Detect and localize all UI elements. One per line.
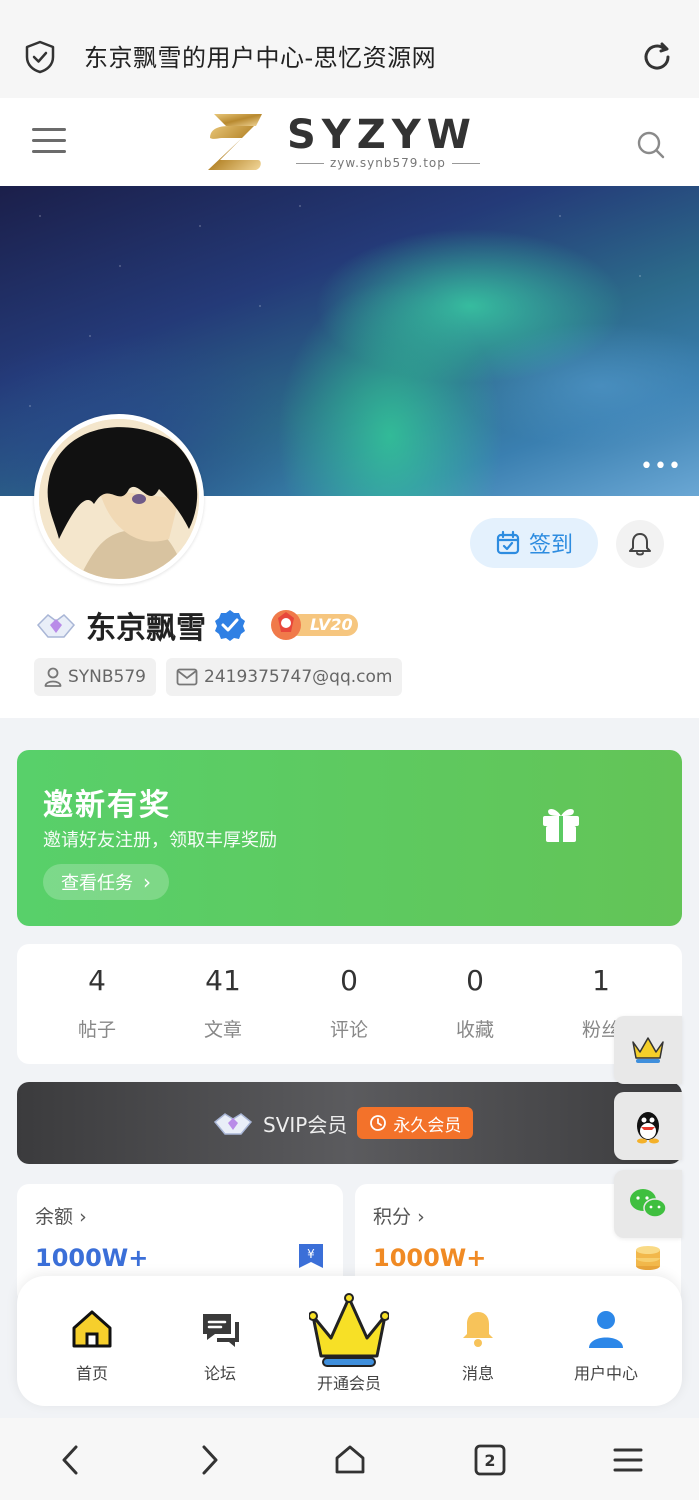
points-label: 积分 xyxy=(373,1206,412,1228)
vip-crown-icon xyxy=(309,1293,389,1367)
points-value: 1000W+ xyxy=(373,1244,487,1272)
user-stats-card: 4 帖子 41 文章 0 评论 0 收藏 1 粉丝 xyxy=(17,944,682,1064)
tabs-count: 2 xyxy=(484,1450,496,1470)
user-profile-icon xyxy=(589,1311,623,1348)
clock-icon xyxy=(370,1115,387,1131)
view-tasks-button[interactable]: 查看任务 › xyxy=(43,864,169,900)
svip-badge-icon xyxy=(213,1113,253,1135)
user-email: 2419375747@qq.com xyxy=(204,667,393,687)
tab-user-center[interactable]: 用户中心 xyxy=(551,1306,661,1384)
site-logo-subtitle: zyw.synb579.top xyxy=(290,156,486,170)
browser-tab-title[interactable]: 东京飘雪的用户中心-思忆资源网 xyxy=(84,38,436,73)
floating-vip-button[interactable] xyxy=(614,1016,682,1084)
qq-icon xyxy=(637,1112,659,1144)
svip-badge-icon xyxy=(36,614,76,638)
svip-membership-bar[interactable]: SVIP会员 永久会员 xyxy=(17,1082,682,1164)
user-id-chip: SYNB579 xyxy=(34,658,157,696)
tab-messages[interactable]: 消息 xyxy=(423,1306,533,1384)
stat-articles[interactable]: 41 文章 xyxy=(163,964,283,1042)
site-logo-text[interactable]: SYZYW xyxy=(287,112,477,158)
svip-label: SVIP会员 xyxy=(263,1112,348,1137)
forum-chat-icon xyxy=(203,1314,239,1347)
invite-title: 邀新有奖 xyxy=(43,788,171,823)
reload-icon[interactable] xyxy=(640,40,674,74)
home-nav-icon[interactable] xyxy=(330,1440,370,1480)
invite-subtitle: 邀请好友注册，领取丰厚奖励 xyxy=(43,830,277,851)
forward-icon[interactable] xyxy=(190,1440,230,1480)
chevron-right-icon: › xyxy=(417,1206,425,1228)
stat-label: 评论 xyxy=(329,1019,368,1041)
stat-value: 1 xyxy=(592,964,610,997)
tab-label: 论坛 xyxy=(203,1364,236,1383)
svg-text:¥: ¥ xyxy=(307,1247,315,1261)
avatar[interactable] xyxy=(34,414,204,584)
wechat-icon xyxy=(630,1189,667,1218)
home-icon xyxy=(72,1310,112,1348)
stat-label: 收藏 xyxy=(455,1019,494,1041)
more-options-icon[interactable]: ••• xyxy=(640,454,682,479)
stat-value: 4 xyxy=(88,964,106,997)
user-icon xyxy=(44,667,62,687)
tabs-switcher-button[interactable]: 2 xyxy=(470,1440,510,1480)
verified-badge-icon xyxy=(215,610,245,641)
stat-comments[interactable]: 0 评论 xyxy=(289,964,409,1042)
stat-value: 41 xyxy=(205,964,241,997)
site-header: SYZYW zyw.synb579.top xyxy=(0,98,699,186)
browser-address-bar: 东京飘雪的用户中心-思忆资源网 xyxy=(0,0,699,98)
notification-button[interactable] xyxy=(616,520,664,568)
floating-qq-button[interactable] xyxy=(614,1092,682,1160)
search-icon[interactable] xyxy=(636,130,666,160)
message-bell-icon xyxy=(463,1312,493,1347)
tab-label: 首页 xyxy=(75,1364,108,1383)
tab-forum[interactable]: 论坛 xyxy=(165,1306,275,1384)
balance-label: 余额 xyxy=(35,1206,74,1228)
invite-reward-card[interactable]: 邀新有奖 邀请好友注册，领取丰厚奖励 查看任务 › xyxy=(17,750,682,926)
mail-icon xyxy=(176,668,198,686)
security-shield-icon[interactable] xyxy=(24,40,56,74)
tab-open-vip[interactable]: 开通会员 xyxy=(294,1292,404,1394)
level-text: LV20 xyxy=(310,615,353,634)
signin-button[interactable]: 签到 xyxy=(470,518,598,568)
site-logo-icon[interactable] xyxy=(200,108,272,174)
browser-navigation-bar: 2 xyxy=(0,1418,699,1500)
stat-posts[interactable]: 4 帖子 xyxy=(37,964,157,1042)
browser-menu-icon[interactable] xyxy=(608,1440,648,1480)
bottom-tab-bar: 首页 论坛 开通会员 消息 用户中心 xyxy=(17,1276,682,1406)
level-badge: LV20 xyxy=(266,608,362,642)
tab-label: 消息 xyxy=(461,1364,494,1383)
balance-value: 1000W+ xyxy=(35,1244,149,1272)
tab-label: 开通会员 xyxy=(316,1374,381,1393)
profile-name-row: 东京飘雪 xyxy=(34,604,246,646)
gift-icon xyxy=(543,809,579,842)
chevron-right-icon: › xyxy=(79,1206,87,1228)
back-icon[interactable] xyxy=(50,1440,90,1480)
stat-value: 0 xyxy=(466,964,484,997)
stat-value: 0 xyxy=(340,964,358,997)
floating-wechat-button[interactable] xyxy=(614,1170,682,1238)
bell-icon xyxy=(629,533,651,556)
tab-label: 用户中心 xyxy=(573,1364,638,1383)
menu-icon[interactable] xyxy=(32,128,66,156)
avatar-image xyxy=(39,419,199,579)
yuan-coupon-icon: ¥ xyxy=(299,1244,323,1268)
username: 东京飘雪 xyxy=(86,611,206,646)
stat-label: 文章 xyxy=(203,1019,242,1041)
email-chip: 2419375747@qq.com xyxy=(166,658,403,696)
lifetime-member-tag: 永久会员 xyxy=(357,1107,474,1139)
tab-home[interactable]: 首页 xyxy=(37,1306,147,1384)
chevron-right-icon: › xyxy=(143,870,151,894)
user-id: SYNB579 xyxy=(68,667,147,687)
signin-label: 签到 xyxy=(528,533,573,558)
calendar-check-icon xyxy=(496,530,520,555)
coins-icon xyxy=(636,1246,660,1270)
stat-favorites[interactable]: 0 收藏 xyxy=(415,964,535,1042)
view-tasks-label: 查看任务 xyxy=(61,873,133,894)
lifetime-member-text: 永久会员 xyxy=(393,1115,462,1136)
crown-icon xyxy=(632,1037,664,1063)
stat-label: 帖子 xyxy=(77,1019,116,1041)
